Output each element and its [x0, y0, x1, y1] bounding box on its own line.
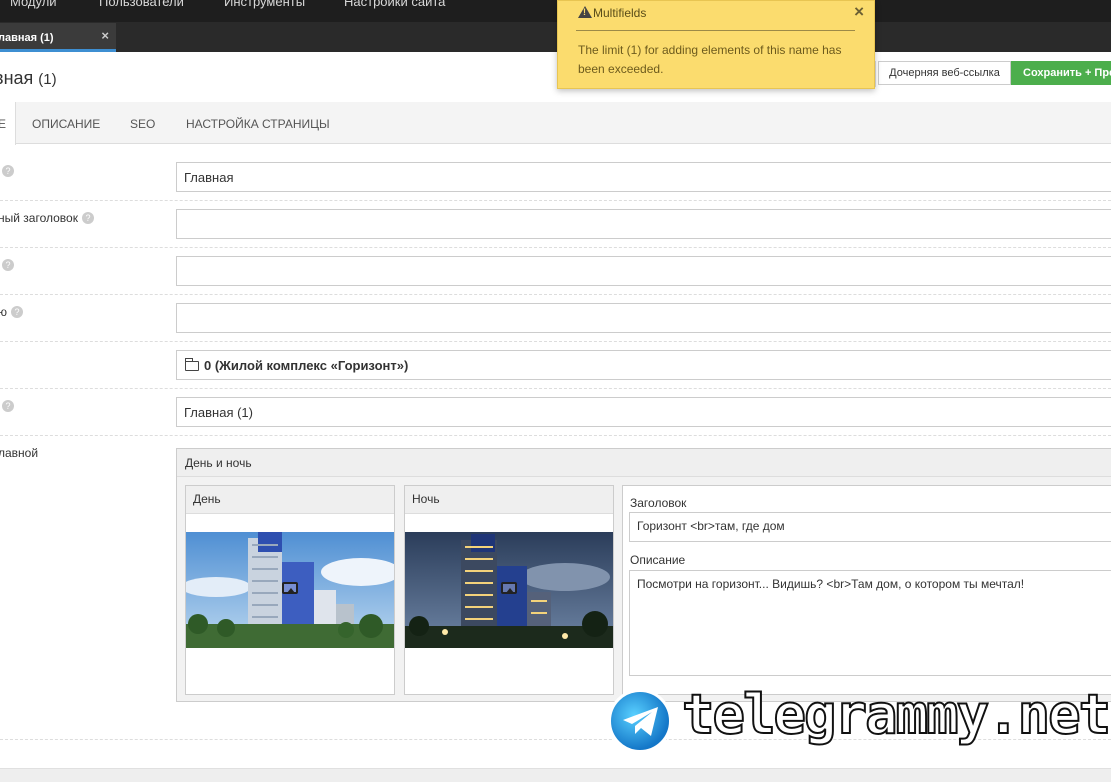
form-row-field3: ? — [0, 248, 1111, 295]
day-image-label: День — [186, 486, 394, 514]
tab-main-label: лавная (1) — [0, 32, 54, 44]
field-label: лавной — [0, 446, 39, 460]
nav-tools[interactable]: Инструменты — [224, 0, 305, 9]
tab-description[interactable]: ОПИСАНИЕ — [32, 117, 100, 131]
help-icon[interactable]: ? — [11, 306, 23, 318]
watermark: telegrammy.net — [608, 682, 1111, 755]
notification-divider — [576, 30, 855, 31]
parent-resource-value: 0 (Жилой комплекс «Горизонт») — [204, 358, 409, 373]
notification-title: Multifields — [578, 6, 646, 20]
warning-icon — [578, 6, 592, 18]
document-tab-strip: лавная (1) × — [0, 22, 1111, 52]
field-label: ? — [0, 164, 14, 178]
field-label: ? — [0, 258, 14, 272]
image-icon — [501, 582, 517, 594]
form-row-field4: ю? — [0, 295, 1111, 342]
page-title-count: (1) — [38, 71, 57, 88]
top-navigation: Модули Пользователи Инструменты Настройк… — [0, 0, 1111, 22]
tab-general-label: Е — [0, 117, 7, 131]
day-image[interactable] — [186, 532, 394, 648]
help-icon[interactable]: ? — [81, 212, 94, 224]
notification-message: The limit (1) for adding elements of thi… — [578, 43, 842, 76]
field-label: ю? — [0, 305, 23, 319]
nav-site-settings[interactable]: Настройки сайта — [344, 0, 445, 9]
form-tabs: Е ОПИСАНИЕ SEO НАСТРОЙКА СТРАНИЦЫ — [0, 102, 1111, 145]
field-label: ный заголовок? — [0, 211, 94, 225]
tab-seo[interactable]: SEO — [130, 117, 155, 131]
form-row-parent: 0 (Жилой комплекс «Горизонт») — [0, 342, 1111, 389]
form-row-title: ? Главная — [0, 154, 1111, 201]
bottom-band — [0, 768, 1111, 782]
form-row-menu-title: ? Главная (1) — [0, 389, 1111, 436]
tab-page-settings[interactable]: НАСТРОЙКА СТРАНИЦЫ — [186, 117, 330, 131]
parent-resource-field[interactable]: 0 (Жилой комплекс «Горизонт») — [176, 350, 1111, 380]
heading-input[interactable]: Горизонт <br>там, где дом — [629, 512, 1111, 542]
telegram-logo-icon — [608, 689, 672, 753]
close-icon[interactable]: × — [101, 28, 109, 43]
heading-label: Заголовок — [630, 496, 687, 510]
field4-input[interactable] — [176, 303, 1111, 333]
page-title: вная (1) — [0, 68, 57, 89]
help-icon[interactable]: ? — [2, 400, 14, 412]
night-image-label: Ночь — [405, 486, 613, 514]
field-label: ? — [0, 399, 14, 413]
help-icon[interactable]: ? — [2, 165, 14, 177]
folder-icon — [184, 358, 199, 371]
limit-warning-notification: Multifields × The limit (1) for adding e… — [557, 0, 875, 89]
nav-users[interactable]: Пользователи — [99, 0, 184, 9]
tab-general[interactable]: Е — [0, 102, 16, 145]
day-image-card[interactable]: День — [185, 485, 395, 695]
nav-modules[interactable]: Модули — [10, 0, 57, 9]
help-icon[interactable]: ? — [2, 259, 14, 271]
description-textarea[interactable]: Посмотри на горизонт... Видишь? <br>Там … — [629, 570, 1111, 676]
description-label: Описание — [630, 553, 686, 567]
multifield-panel: День и ночь День Ночь Заголовок Горизонт… — [176, 448, 1111, 702]
page-title-text: вная — [0, 68, 34, 88]
night-image-card[interactable]: Ночь — [404, 485, 614, 695]
close-icon[interactable]: × — [854, 2, 864, 22]
save-button[interactable]: Сохранить + Прод — [1011, 61, 1111, 85]
image-icon — [282, 582, 298, 594]
night-image[interactable] — [405, 532, 613, 648]
form-row-long-title: ный заголовок? — [0, 201, 1111, 248]
text-fields-card: Заголовок Горизонт <br>там, где дом Опис… — [622, 485, 1111, 695]
long-title-input[interactable] — [176, 209, 1111, 239]
child-weblink-button[interactable]: Дочерняя веб-ссылка — [878, 61, 1011, 85]
tab-main[interactable]: лавная (1) × — [0, 23, 116, 52]
title-input[interactable]: Главная — [176, 162, 1111, 192]
menu-title-input[interactable]: Главная (1) — [176, 397, 1111, 427]
field3-input[interactable] — [176, 256, 1111, 286]
multifield-title: День и ночь — [177, 449, 1111, 477]
watermark-text: telegrammy.net — [681, 682, 1111, 747]
